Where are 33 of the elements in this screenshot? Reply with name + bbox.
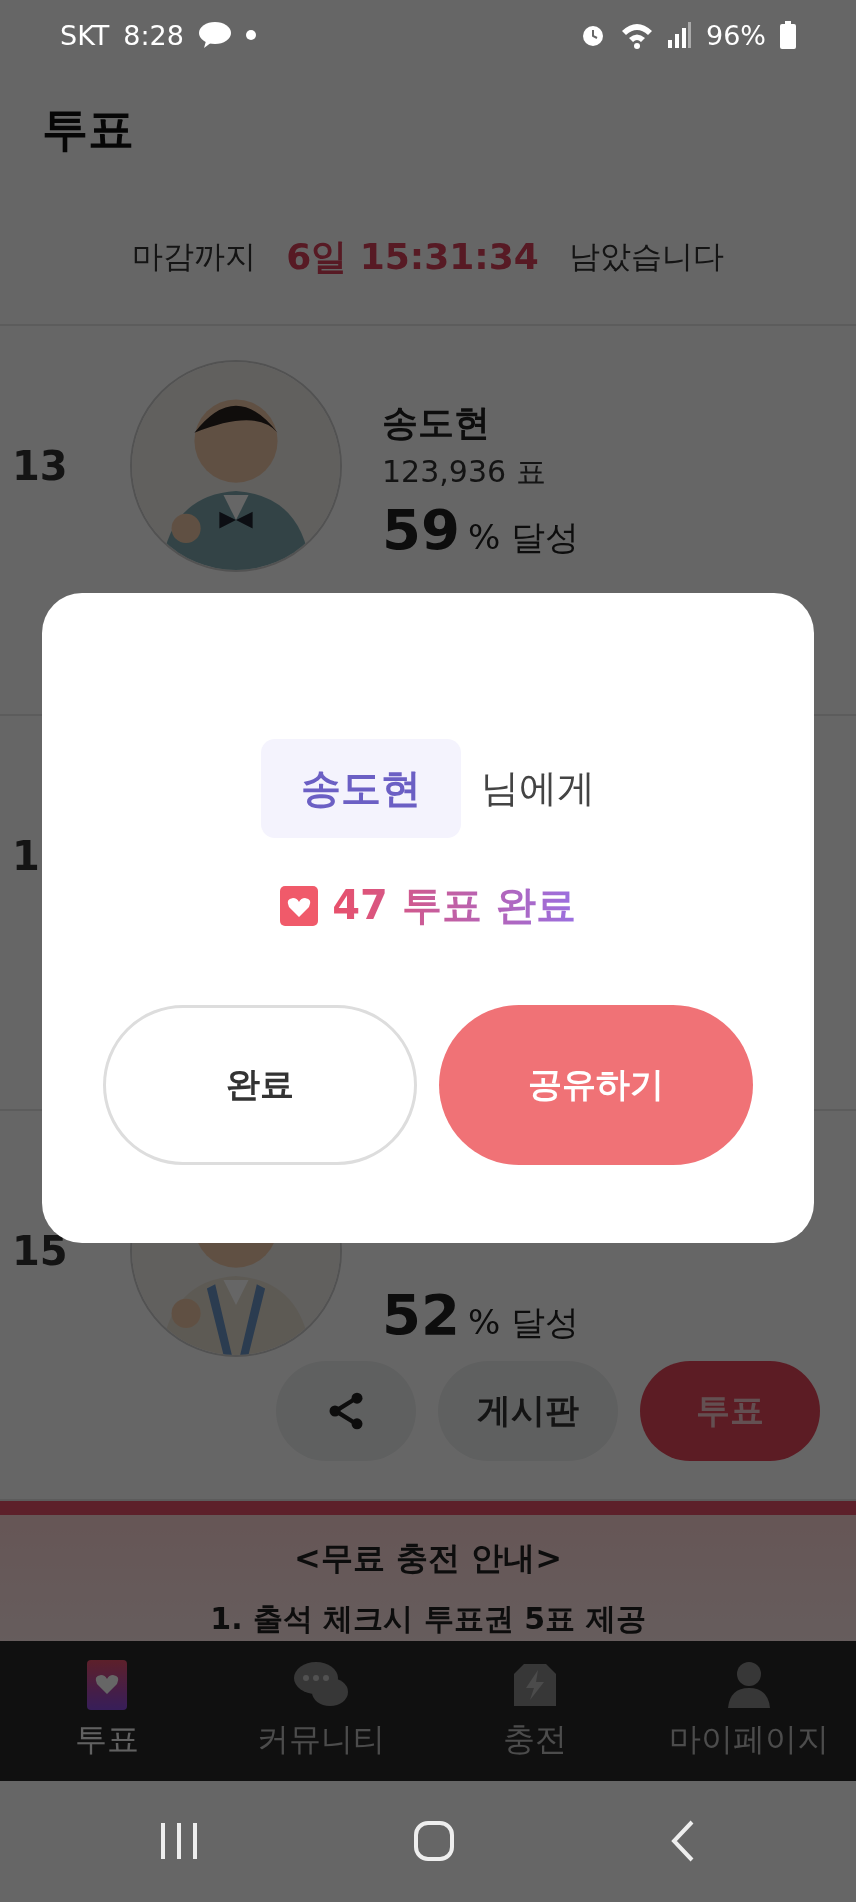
page-title: 투표 [42, 101, 134, 158]
wifi-icon [620, 21, 654, 49]
done-button[interactable]: 완료 [103, 1005, 417, 1165]
rank-number: 1 [12, 833, 40, 879]
deadline-label: 마감까지 [132, 237, 257, 276]
candidate-name: 송도현 [382, 401, 491, 445]
recipient-name: 송도현 [261, 739, 461, 838]
back-icon[interactable] [670, 1820, 696, 1862]
countdown-timer: 6일 15:31:34 [286, 234, 539, 279]
rank-number: 13 [12, 443, 68, 489]
dot-icon [245, 30, 256, 40]
home-icon[interactable] [414, 1821, 454, 1861]
share-button[interactable]: 공유하기 [439, 1005, 753, 1165]
carrier-label: SKT [60, 19, 110, 51]
vote-count: 123,936 표 [382, 453, 547, 491]
battery-icon [780, 21, 796, 49]
battery-percent: 96% [706, 19, 766, 51]
achievement-percent: 52 [382, 1282, 460, 1347]
nav-tab[interactable]: 투표 [0, 1641, 214, 1781]
clock-time: 8:28 [123, 19, 184, 51]
remaining-label: 남았습니다 [568, 237, 724, 276]
banner-line: 1. 출석 체크시 투표권 5표 제공 [210, 1600, 646, 1638]
recipient-suffix: 님에게 [481, 765, 595, 812]
signal-icon [668, 22, 692, 48]
rank-number: 15 [12, 1228, 68, 1274]
message-icon [197, 21, 232, 49]
board-button[interactable]: 게시판 [438, 1361, 618, 1461]
achievement-label: % 달성 [467, 516, 580, 559]
recent-apps-icon[interactable] [160, 1821, 198, 1861]
banner-title: <무료 충전 안내> [294, 1538, 562, 1579]
achievement-label: % 달성 [467, 1301, 580, 1344]
heart-card-icon [87, 1660, 127, 1710]
achievement-percent: 59 [382, 497, 460, 562]
